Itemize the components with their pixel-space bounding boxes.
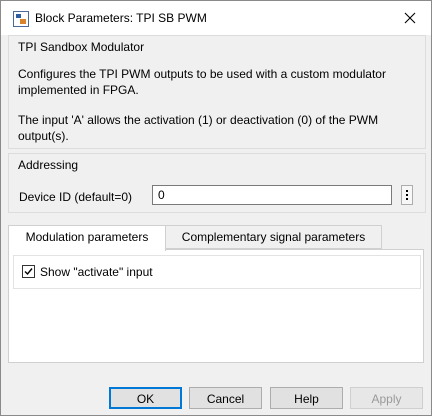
window-title: Block Parameters: TPI SB PWM xyxy=(35,11,207,25)
ok-button[interactable]: OK xyxy=(109,387,182,409)
description-text-1: Configures the TPI PWM outputs to be use… xyxy=(18,67,386,97)
description-group: TPI Sandbox Modulator Configures the TPI… xyxy=(8,35,426,149)
description-group-title: TPI Sandbox Modulator xyxy=(18,40,145,54)
device-id-input[interactable] xyxy=(152,185,392,205)
modulation-parameters-panel: Show "activate" input xyxy=(8,249,424,363)
cancel-button[interactable]: Cancel xyxy=(189,387,262,409)
show-activate-label: Show "activate" input xyxy=(40,265,153,279)
description-text-2: The input 'A' allows the activation (1) … xyxy=(18,113,379,143)
show-activate-checkbox[interactable] xyxy=(22,265,35,278)
activate-option-row: Show "activate" input xyxy=(13,255,421,289)
apply-button[interactable]: Apply xyxy=(350,387,423,409)
simulink-block-icon xyxy=(13,11,29,27)
title-bar: Block Parameters: TPI SB PWM xyxy=(1,1,431,35)
addressing-group: Addressing Device ID (default=0) xyxy=(8,153,426,213)
addressing-group-title: Addressing xyxy=(18,158,79,172)
help-button[interactable]: Help xyxy=(270,387,343,409)
close-icon xyxy=(404,12,416,24)
tab-complementary-signal-parameters[interactable]: Complementary signal parameters xyxy=(166,225,382,249)
dialog-window: Block Parameters: TPI SB PWM TPI Sandbox… xyxy=(0,0,432,416)
device-id-label: Device ID (default=0) xyxy=(19,190,133,204)
more-options-button[interactable] xyxy=(401,185,413,205)
checkmark-icon xyxy=(24,268,33,276)
tab-modulation-parameters[interactable]: Modulation parameters xyxy=(8,225,166,251)
close-button[interactable] xyxy=(395,3,425,33)
